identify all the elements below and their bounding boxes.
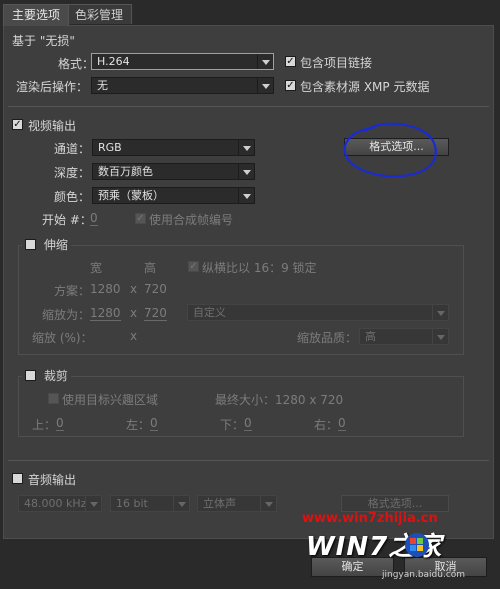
render-width: 1280 bbox=[90, 282, 121, 296]
crop-right-label: 右： bbox=[314, 418, 339, 432]
crop-right-value[interactable]: 0 bbox=[338, 416, 346, 431]
audio-output-checkbox[interactable] bbox=[12, 473, 23, 484]
crop-bottom-value[interactable]: 0 bbox=[244, 416, 252, 431]
use-roi-label: 使用目标兴趣区域 bbox=[62, 393, 159, 407]
lock-aspect-checkbox[interactable]: ✓ bbox=[188, 261, 199, 272]
crop-checkbox[interactable] bbox=[25, 370, 36, 381]
quality-dropdown[interactable]: 高 bbox=[359, 328, 449, 345]
render-x: x bbox=[130, 282, 138, 296]
resize-pct-label: 缩放 (%)： bbox=[32, 331, 93, 345]
crop-top-label: 上： bbox=[32, 418, 57, 432]
depth-value: 数百万颜色 bbox=[98, 165, 153, 178]
resize-header-wrap: 伸缩 bbox=[22, 236, 71, 253]
crop-left-label: 左： bbox=[126, 418, 151, 432]
audio-channels-dropdown[interactable]: 立体声 bbox=[197, 495, 277, 512]
annotation-circle bbox=[343, 122, 437, 178]
chevron-down-icon bbox=[257, 54, 273, 69]
include-xmp-checkbox[interactable]: ✓ bbox=[285, 80, 296, 91]
audio-rate-value: 48.000 kHz bbox=[24, 497, 87, 510]
video-output-header: 视频输出 bbox=[28, 119, 77, 133]
tab-color-management[interactable]: 色彩管理 bbox=[66, 4, 133, 24]
render-at-label: 方案： bbox=[54, 284, 91, 298]
channel-value: RGB bbox=[98, 141, 122, 154]
chevron-down-icon bbox=[238, 140, 254, 155]
chevron-down-icon bbox=[173, 496, 189, 511]
post-render-dropdown[interactable]: 无 bbox=[91, 77, 274, 94]
color-dropdown[interactable]: 预乘（蒙板） bbox=[92, 187, 255, 204]
audio-bits-value: 16 bit bbox=[116, 497, 148, 510]
chevron-down-icon bbox=[260, 496, 276, 511]
basic-header: 基于 "无损" bbox=[12, 34, 75, 48]
audio-output-header: 音频输出 bbox=[28, 473, 77, 487]
audio-rate-dropdown[interactable]: 48.000 kHz bbox=[18, 495, 102, 512]
final-size-label: 最终大小：1280 x 720 bbox=[215, 393, 344, 407]
chevron-down-icon bbox=[85, 496, 101, 511]
crop-header: 裁剪 bbox=[43, 369, 68, 383]
chevron-down-icon bbox=[432, 329, 448, 344]
resize-width[interactable]: 1280 bbox=[90, 306, 121, 321]
format-dropdown[interactable]: H.264 bbox=[91, 53, 274, 70]
use-roi-checkbox[interactable] bbox=[48, 393, 59, 404]
main-panel: 基于 "无损" 格式： H.264 ✓ 包含项目链接 渲染后操作： 无 ✓ 包含… bbox=[3, 25, 494, 539]
use-comp-frame-checkbox[interactable]: ✓ bbox=[135, 213, 146, 224]
color-label: 颜色： bbox=[54, 190, 91, 204]
audio-bits-dropdown[interactable]: 16 bit bbox=[110, 495, 190, 512]
start-label: 开始 #： bbox=[42, 213, 92, 227]
audio-format-options-button[interactable]: 格式选项... bbox=[341, 495, 449, 512]
quality-value: 高 bbox=[365, 330, 376, 343]
lock-aspect-label: 纵横比以 16：9 锁定 bbox=[202, 261, 317, 275]
crop-left-value[interactable]: 0 bbox=[150, 416, 158, 431]
channel-label: 通道： bbox=[54, 142, 91, 156]
chevron-down-icon bbox=[257, 78, 273, 93]
post-render-label: 渲染后操作： bbox=[16, 80, 89, 94]
format-value: H.264 bbox=[97, 55, 130, 68]
watermark-url: www.win7zhijia.cn bbox=[302, 511, 438, 526]
resize-preset-dropdown[interactable]: 自定义 bbox=[187, 304, 449, 321]
tab-main-options[interactable]: 主要选项 bbox=[3, 4, 70, 26]
color-value: 预乘（蒙板） bbox=[98, 189, 164, 202]
video-output-checkbox[interactable]: ✓ bbox=[12, 119, 23, 130]
crop-header-wrap: 裁剪 bbox=[22, 367, 71, 384]
resize-col-height: 高 bbox=[144, 261, 157, 275]
resize-checkbox[interactable] bbox=[25, 239, 36, 250]
watermark-sub: jingyan.baidu.com bbox=[382, 570, 466, 580]
resize-to-label: 缩放为： bbox=[42, 308, 91, 322]
channel-dropdown[interactable]: RGB bbox=[92, 139, 255, 156]
use-comp-frame-label: 使用合成帧编号 bbox=[149, 213, 234, 227]
chevron-down-icon bbox=[432, 305, 448, 320]
include-project-link-label: 包含项目链接 bbox=[300, 56, 373, 70]
depth-label: 深度： bbox=[54, 166, 91, 180]
quality-label: 缩放品质： bbox=[297, 331, 358, 345]
resize-col-width: 宽 bbox=[90, 261, 103, 275]
chevron-down-icon bbox=[238, 188, 254, 203]
audio-channels-value: 立体声 bbox=[203, 497, 236, 510]
start-value[interactable]: 0 bbox=[90, 211, 98, 226]
format-label: 格式： bbox=[58, 57, 95, 71]
separator bbox=[8, 106, 489, 107]
crop-bottom-label: 下： bbox=[220, 418, 245, 432]
resize-height[interactable]: 720 bbox=[144, 306, 167, 321]
render-height: 720 bbox=[144, 282, 167, 296]
windows-logo-icon bbox=[405, 533, 429, 557]
include-xmp-label: 包含素材源 XMP 元数据 bbox=[300, 80, 430, 94]
include-project-link-checkbox[interactable]: ✓ bbox=[285, 56, 296, 67]
chevron-down-icon bbox=[238, 164, 254, 179]
crop-top-value[interactable]: 0 bbox=[56, 416, 64, 431]
depth-dropdown[interactable]: 数百万颜色 bbox=[92, 163, 255, 180]
resize-header: 伸缩 bbox=[43, 238, 68, 252]
resize-x: x bbox=[130, 306, 138, 320]
post-render-value: 无 bbox=[97, 79, 108, 92]
resize-pct-x: x bbox=[130, 329, 138, 343]
resize-preset-value: 自定义 bbox=[193, 306, 226, 319]
separator bbox=[8, 460, 489, 461]
